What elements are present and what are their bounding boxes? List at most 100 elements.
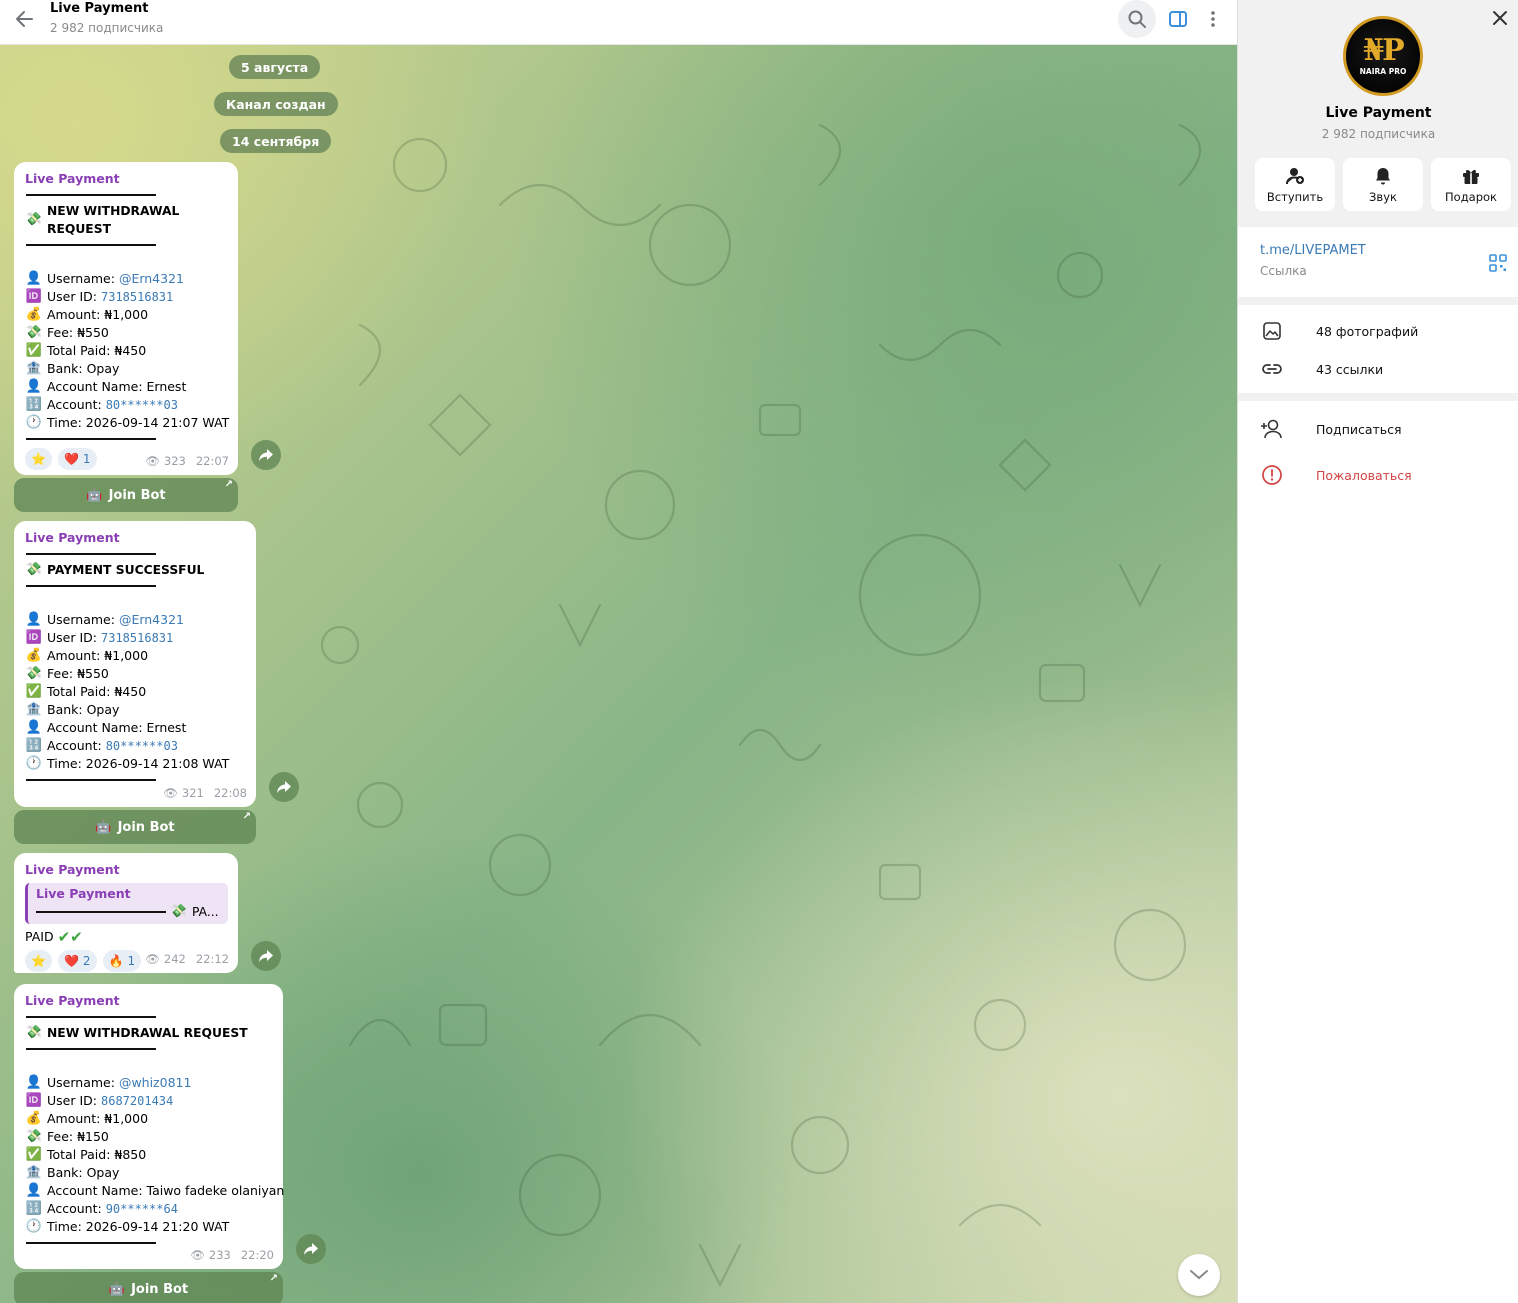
check-mark-icon: ✔✔ [57,928,83,946]
message-bubble[interactable]: Live Payment 💸 NEW WITHDRAWAL REQUEST 👤 Us… [14,984,284,1269]
divider [26,1016,156,1018]
account-value[interactable]: 80******03 [106,737,178,755]
chat-subscribers: 2 982 подписчика [50,21,164,35]
message-heading: PAYMENT SUCCESSFUL [47,563,205,577]
user-id-value[interactable]: 7318516831 [101,288,173,306]
logo-text: NAIRA PRO [1359,67,1407,76]
photos-label: 48 фотографий [1316,323,1419,339]
message-author[interactable]: Live Payment [25,992,273,1010]
numbers-icon: 🔢 [25,738,43,753]
money-icon: 💸 [25,212,43,227]
join-bot-button[interactable]: 🤖 Join Bot ↗ [14,810,256,844]
divider [26,779,156,781]
close-icon[interactable] [1490,8,1510,28]
message-author[interactable]: Live Payment [25,529,246,547]
field-label: Account: [47,738,102,753]
view-count: 242 [163,952,186,966]
gift-button[interactable]: Подарок [1431,158,1511,211]
message-author[interactable]: Live Payment [25,170,228,188]
report-item[interactable]: Пожаловаться [1238,457,1518,493]
amount-line: Amount: ₦1,000 [47,307,149,322]
money-bag-icon: 💰 [25,648,43,663]
chevron-down-icon [1190,1270,1208,1280]
reaction-heart[interactable]: ❤️ 2 [57,950,97,972]
clock-icon: 🕐 [25,756,43,771]
divider [36,911,166,913]
external-link-icon: ↗ [242,811,251,822]
message-bubble[interactable]: Live Payment 💸 PAYMENT SUCCESSFUL 👤 Userna… [14,521,256,807]
divider [26,585,156,587]
account-name-line: Account Name: Ernest [47,379,187,394]
eye-icon: 👁 [145,952,160,966]
share-icon[interactable] [251,440,281,470]
fee-line: Fee: ₦550 [47,666,109,681]
divider [26,1242,156,1244]
user-id-value[interactable]: 7318516831 [101,629,173,647]
field-label: Username: [47,612,115,627]
join-bot-button[interactable]: 🤖 Join Bot ↗ [14,1272,283,1303]
more-icon[interactable] [1194,0,1232,38]
qr-code-icon[interactable] [1489,254,1507,272]
divider [26,438,156,440]
check-icon: ✅ [25,1147,43,1162]
reply-quote[interactable]: Live Payment 💸 PA... [25,883,228,924]
back-arrow-icon[interactable] [12,8,40,30]
divider [26,1048,156,1050]
links-item[interactable]: 43 ссылки [1238,351,1518,387]
user-icon: 👤 [25,271,43,286]
join-icon [1286,167,1304,184]
divider [26,194,156,196]
username-mention[interactable]: @Ern4321 [119,270,184,288]
message-time: 22:08 [213,786,247,800]
username-mention[interactable]: @Ern4321 [119,611,184,629]
reaction-star[interactable]: ⭐ [25,448,52,470]
chat-title[interactable]: Live Payment [50,1,148,16]
reaction-heart[interactable]: ❤️ 1 [57,448,97,470]
bank-line: Bank: Opay [47,361,120,376]
channel-avatar[interactable]: ₦P NAIRA PRO [1343,16,1423,96]
gift-label: Подарок [1445,189,1497,204]
photos-item[interactable]: 48 фотографий [1238,313,1518,349]
add-user-icon [1260,417,1284,441]
id-icon: 🆔 [25,630,43,645]
logo-mark: ₦P [1363,33,1404,68]
external-link-icon: ↗ [269,1273,278,1284]
subscribe-item[interactable]: Подписаться [1238,411,1518,447]
reaction-fire[interactable]: 🔥 1 [102,950,142,972]
share-icon[interactable] [269,772,299,802]
message-author[interactable]: Live Payment [25,861,228,879]
channel-title: Live Payment [1325,105,1432,121]
time-line: Time: 2026-09-14 21:20 WAT [47,1219,230,1234]
amount-line: Amount: ₦1,000 [47,1111,149,1126]
id-icon: 🆔 [25,289,43,304]
user-id-value[interactable]: 8687201434 [101,1092,173,1110]
links-label: 43 ссылки [1316,361,1384,377]
account-value[interactable]: 80******03 [106,396,178,414]
account-name-line: Account Name: Ernest [47,720,187,735]
share-icon[interactable] [296,1234,326,1264]
message-heading: NEW WITHDRAWAL REQUEST [47,1026,248,1040]
photo-icon [1260,319,1284,343]
join-bot-button[interactable]: 🤖 Join Bot ↗ [14,478,238,512]
username-mention[interactable]: @whiz0811 [119,1074,192,1092]
view-count: 321 [181,786,204,800]
scroll-down-button[interactable] [1178,1254,1220,1296]
field-label: User ID: [47,630,97,645]
divider [26,244,156,246]
reaction-star[interactable]: ⭐ [25,950,52,972]
message-time: 22:07 [195,454,229,468]
message-bubble[interactable]: Live Payment 💸 NEW WITHDRAWAL REQUEST 👤 Us… [14,162,238,475]
sidebar-toggle-icon[interactable] [1159,0,1197,38]
fee-line: Fee: ₦150 [47,1129,109,1144]
message-bubble[interactable]: Live Payment Live Payment 💸 PA... PAID ✔✔ … [14,853,238,973]
search-icon[interactable] [1118,0,1156,38]
sound-button[interactable]: Звук [1343,158,1423,211]
bank-line: Bank: Opay [47,1165,120,1180]
channel-link[interactable]: t.me/LIVEPAMET [1260,243,1366,258]
share-icon[interactable] [251,941,281,971]
join-button[interactable]: Вступить [1255,158,1335,211]
field-label: User ID: [47,289,97,304]
total-line: Total Paid: ₦850 [47,1147,147,1162]
account-value[interactable]: 90******64 [106,1200,178,1218]
user-icon: 👤 [25,379,43,394]
